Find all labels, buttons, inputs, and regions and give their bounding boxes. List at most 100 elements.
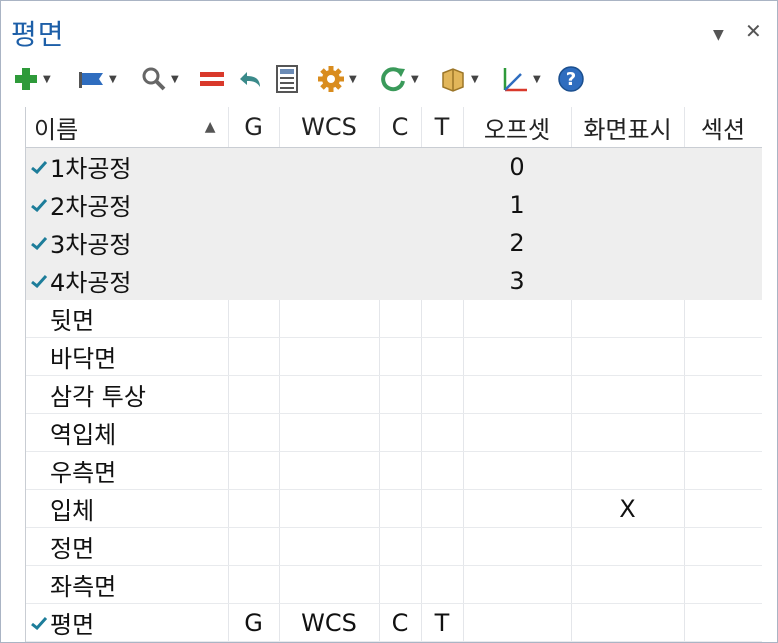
offset-cell[interactable] xyxy=(463,299,572,338)
settings-button[interactable]: ▼ xyxy=(317,63,363,95)
offset-cell[interactable]: 2 xyxy=(463,223,572,262)
section-cell[interactable] xyxy=(684,527,762,566)
display-cell[interactable] xyxy=(571,527,685,566)
offset-cell[interactable] xyxy=(463,413,572,452)
display-cell[interactable] xyxy=(571,413,685,452)
t-cell[interactable] xyxy=(421,489,464,528)
c-cell[interactable] xyxy=(379,185,422,224)
plane-name-cell[interactable]: 1차공정 xyxy=(26,147,229,186)
section-cell[interactable] xyxy=(684,413,762,452)
checkmark-icon[interactable] xyxy=(31,160,47,174)
c-cell[interactable] xyxy=(379,489,422,528)
section-cell[interactable] xyxy=(684,565,762,604)
wcs-cell[interactable] xyxy=(279,223,380,262)
section-cell[interactable] xyxy=(684,185,762,224)
column-header-t[interactable]: T xyxy=(421,107,464,148)
c-cell[interactable] xyxy=(379,223,422,262)
help-button[interactable]: ? xyxy=(557,63,603,95)
c-cell[interactable]: C xyxy=(379,603,422,642)
wcs-cell[interactable] xyxy=(279,147,380,186)
table-row[interactable]: 평면 G WCS C T xyxy=(26,603,762,642)
section-cell[interactable] xyxy=(684,261,762,300)
c-cell[interactable] xyxy=(379,565,422,604)
close-icon[interactable]: ✕ xyxy=(745,19,762,43)
t-cell[interactable] xyxy=(421,147,464,186)
calculator-button[interactable] xyxy=(275,63,321,95)
t-cell[interactable] xyxy=(421,375,464,414)
section-cell[interactable] xyxy=(684,451,762,490)
plane-name-cell[interactable]: 2차공정 xyxy=(26,185,229,224)
checkmark-icon[interactable] xyxy=(31,616,47,630)
offset-cell[interactable] xyxy=(463,603,572,642)
wcs-cell[interactable] xyxy=(279,185,380,224)
table-row[interactable]: 뒷면 xyxy=(26,299,762,338)
plane-name-cell[interactable]: 평면 xyxy=(26,603,229,642)
plane-name-cell[interactable]: 삼각 투상 xyxy=(26,375,229,414)
c-cell[interactable] xyxy=(379,375,422,414)
column-header-g[interactable]: G xyxy=(228,107,280,148)
g-cell[interactable] xyxy=(228,565,280,604)
wcs-cell[interactable] xyxy=(279,451,380,490)
wcs-cell[interactable] xyxy=(279,565,380,604)
plane-name-cell[interactable]: 3차공정 xyxy=(26,223,229,262)
section-cell[interactable] xyxy=(684,603,762,642)
display-cell[interactable] xyxy=(571,185,685,224)
g-cell[interactable] xyxy=(228,375,280,414)
g-cell[interactable] xyxy=(228,223,280,262)
display-cell[interactable] xyxy=(571,565,685,604)
t-cell[interactable] xyxy=(421,527,464,566)
table-row[interactable]: 1차공정 0 xyxy=(26,147,762,186)
plane-name-cell[interactable]: 좌측면 xyxy=(26,565,229,604)
g-cell[interactable] xyxy=(228,527,280,566)
plane-name-cell[interactable]: 역입체 xyxy=(26,413,229,452)
section-cell[interactable] xyxy=(684,375,762,414)
offset-cell[interactable]: 1 xyxy=(463,185,572,224)
display-cell[interactable] xyxy=(571,337,685,376)
flag-button[interactable]: ▼ xyxy=(77,63,123,95)
wcs-cell[interactable] xyxy=(279,375,380,414)
c-cell[interactable] xyxy=(379,147,422,186)
c-cell[interactable] xyxy=(379,299,422,338)
table-row[interactable]: 입체 X xyxy=(26,489,762,528)
display-cell[interactable] xyxy=(571,223,685,262)
offset-cell[interactable] xyxy=(463,527,572,566)
table-row[interactable]: 바닥면 xyxy=(26,337,762,376)
display-cell[interactable] xyxy=(571,375,685,414)
checkmark-icon[interactable] xyxy=(31,274,47,288)
t-cell[interactable]: T xyxy=(421,603,464,642)
column-header-offset[interactable]: 오프셋 xyxy=(463,107,572,148)
c-cell[interactable] xyxy=(379,261,422,300)
plane-name-cell[interactable]: 4차공정 xyxy=(26,261,229,300)
c-cell[interactable] xyxy=(379,413,422,452)
plane-name-cell[interactable]: 정면 xyxy=(26,527,229,566)
wcs-cell[interactable] xyxy=(279,337,380,376)
wcs-cell[interactable]: WCS xyxy=(279,603,380,642)
table-row[interactable]: 우측면 xyxy=(26,451,762,490)
checkmark-icon[interactable] xyxy=(31,198,47,212)
c-cell[interactable] xyxy=(379,527,422,566)
display-cell[interactable] xyxy=(571,451,685,490)
view-button[interactable]: ▼ xyxy=(439,63,485,95)
offset-cell[interactable]: 0 xyxy=(463,147,572,186)
column-header-section[interactable]: 섹션 xyxy=(684,107,762,148)
section-cell[interactable] xyxy=(684,147,762,186)
g-cell[interactable] xyxy=(228,185,280,224)
refresh-button[interactable]: ▼ xyxy=(379,63,425,95)
table-row[interactable]: 정면 xyxy=(26,527,762,566)
wcs-cell[interactable] xyxy=(279,261,380,300)
column-header-wcs[interactable]: WCS xyxy=(279,107,380,148)
table-row[interactable]: 2차공정 1 xyxy=(26,185,762,224)
c-cell[interactable] xyxy=(379,451,422,490)
c-cell[interactable] xyxy=(379,337,422,376)
dropdown-arrow-icon[interactable]: ▼ xyxy=(713,27,724,43)
t-cell[interactable] xyxy=(421,413,464,452)
g-cell[interactable] xyxy=(228,147,280,186)
find-button[interactable]: ▼ xyxy=(141,63,187,95)
g-cell[interactable] xyxy=(228,489,280,528)
add-plane-button[interactable]: ▼ xyxy=(13,63,59,95)
offset-cell[interactable] xyxy=(463,565,572,604)
table-row[interactable]: 삼각 투상 xyxy=(26,375,762,414)
t-cell[interactable] xyxy=(421,261,464,300)
section-cell[interactable] xyxy=(684,299,762,338)
plane-name-cell[interactable]: 우측면 xyxy=(26,451,229,490)
